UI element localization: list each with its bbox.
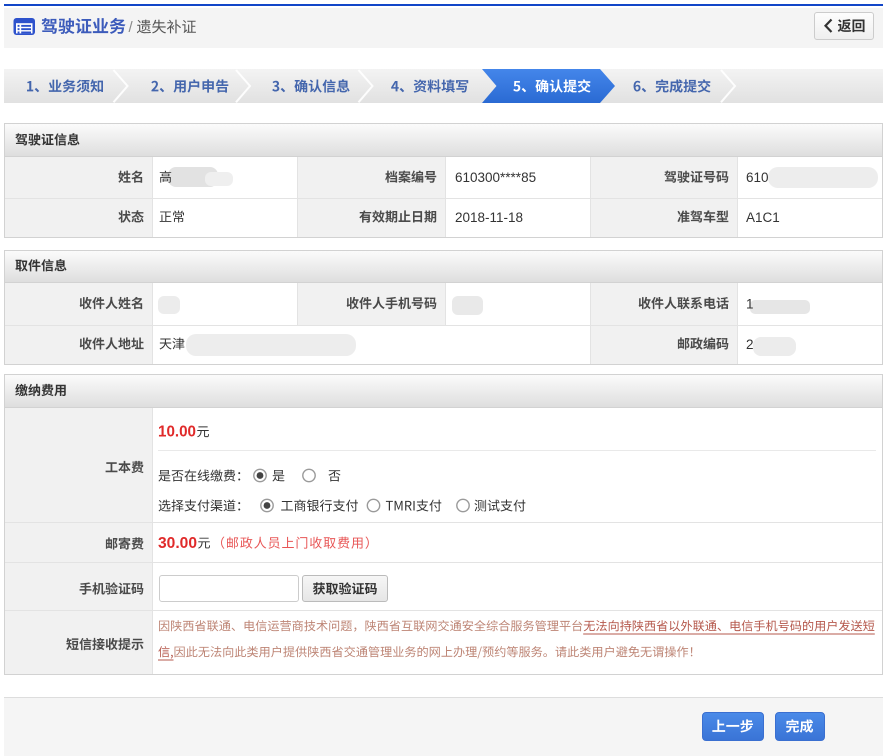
svg-text:1: 1 [746, 296, 754, 311]
svg-text:/: / [129, 19, 134, 36]
svg-text:30.00: 30.00 [158, 535, 197, 552]
svg-text:610300****85: 610300****85 [455, 170, 536, 185]
svg-text:10.00: 10.00 [158, 424, 196, 441]
svg-text:610: 610 [746, 170, 769, 185]
svg-text:2018-11-18: 2018-11-18 [455, 210, 523, 225]
svg-text:2: 2 [746, 337, 754, 352]
svg-text:A1C1: A1C1 [746, 210, 780, 225]
